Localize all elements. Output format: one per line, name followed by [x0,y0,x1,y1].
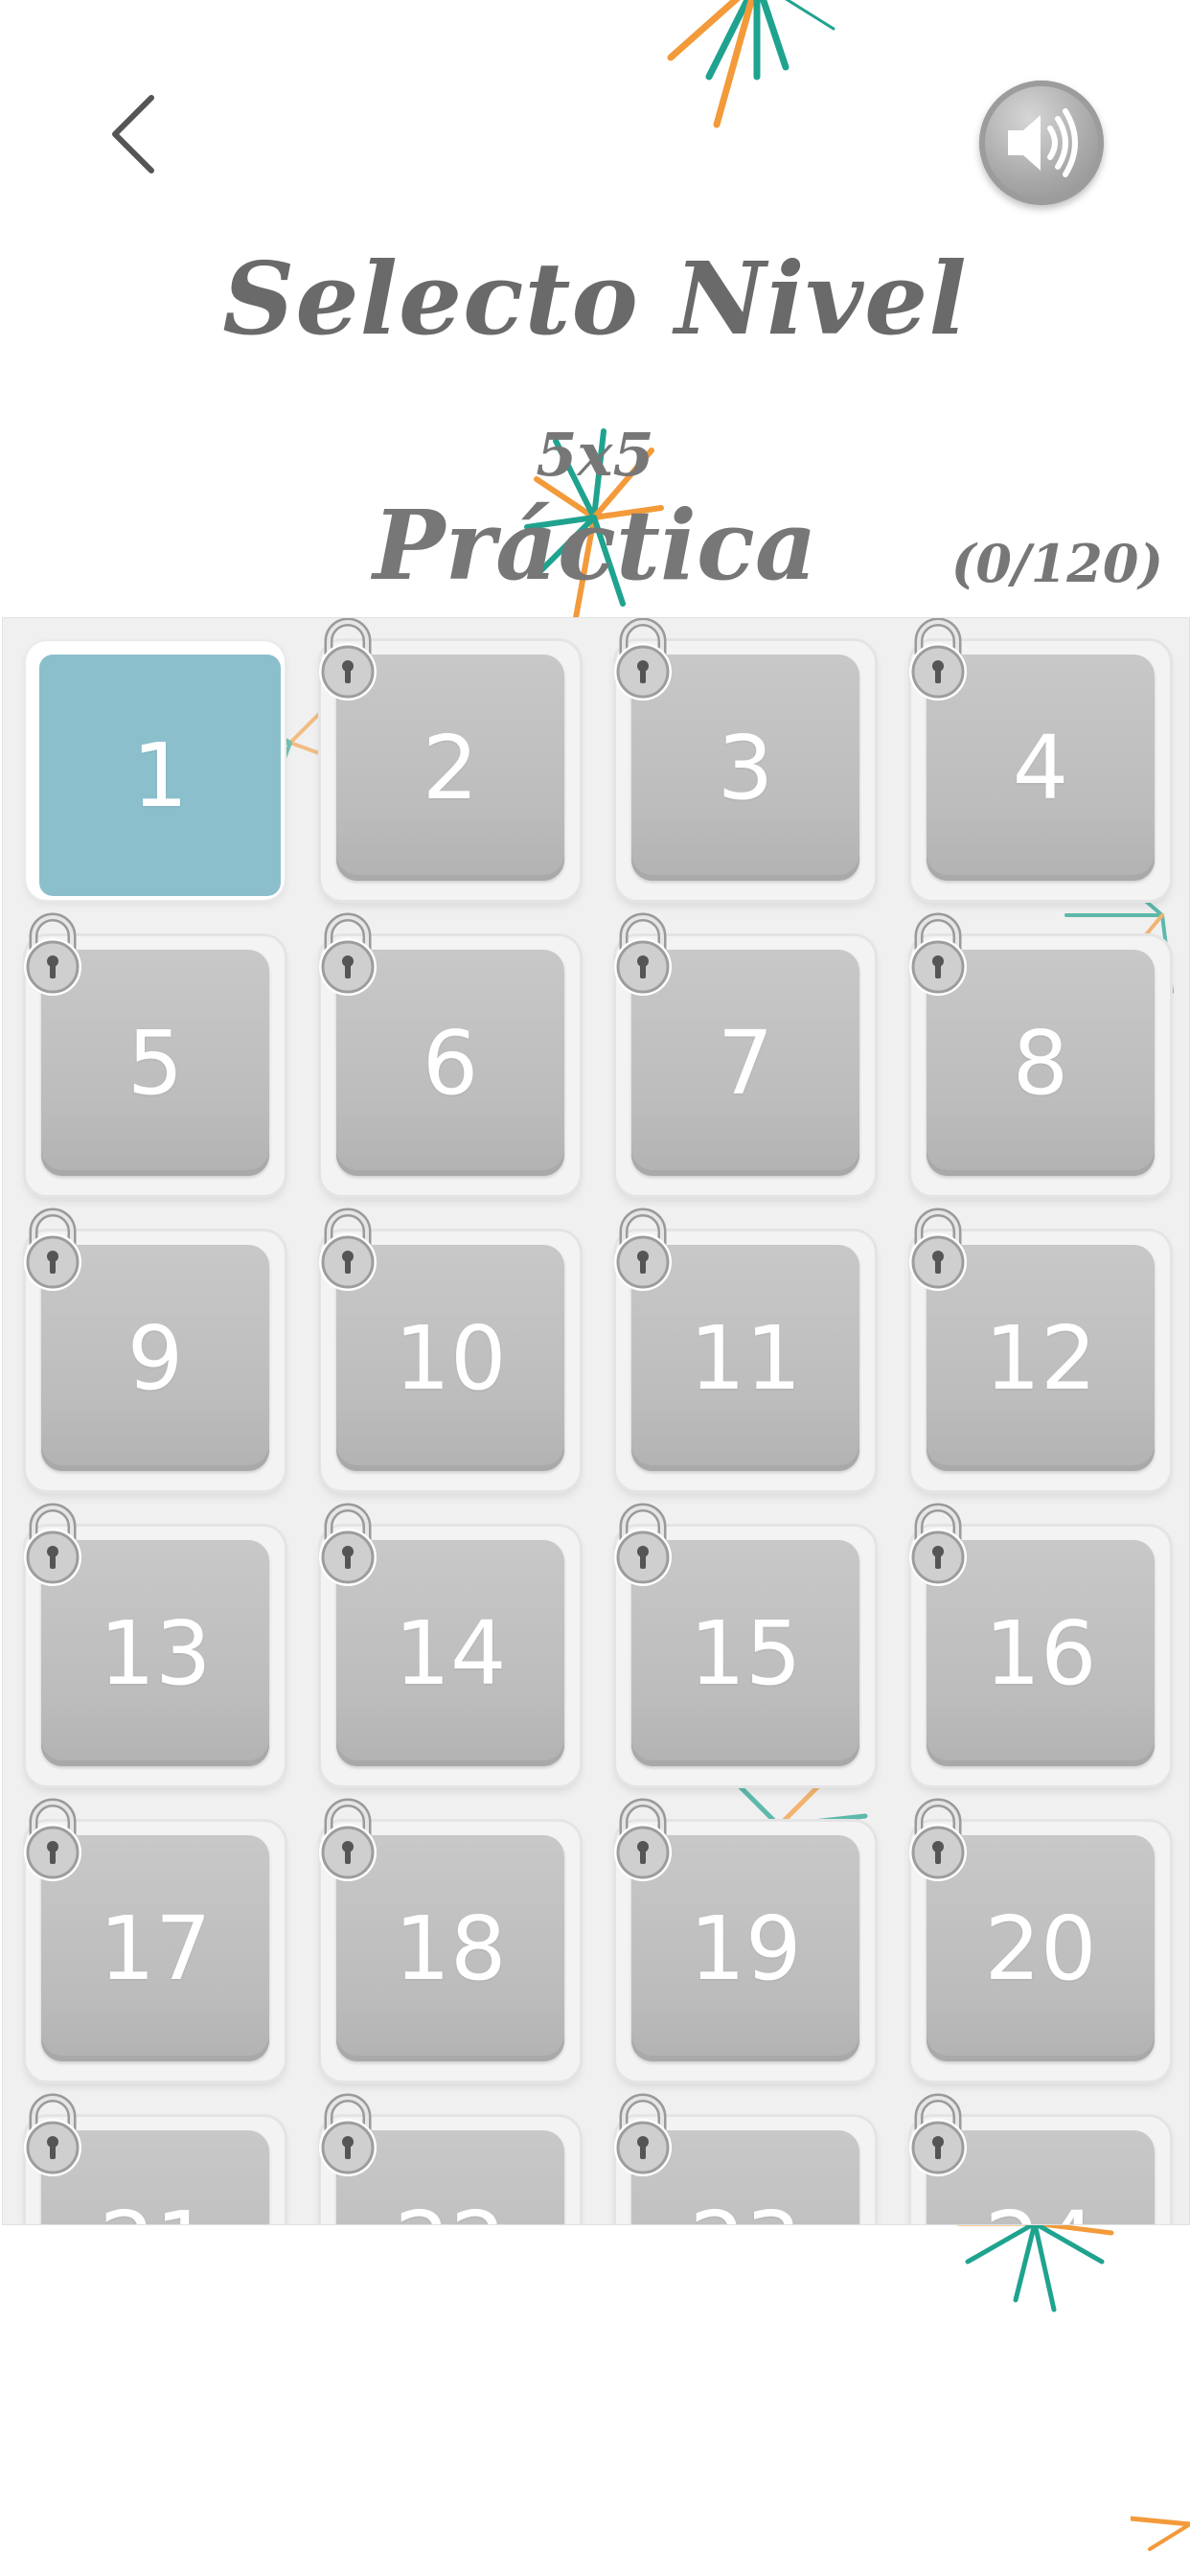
level-tile-1[interactable]: 1 [26,641,285,900]
speaker-icon [1008,108,1078,177]
padlock-icon [909,618,967,701]
padlock-icon [319,2093,377,2176]
level-tile-24[interactable]: 24 [909,2093,1170,2224]
level-tile-15[interactable]: 15 [614,1503,875,1785]
padlock-icon [24,2093,81,2176]
padlock-icon [24,1208,81,1291]
padlock-icon [614,618,672,701]
padlock-icon [319,912,377,996]
level-grid[interactable]: 123456789101112131415161718192021222324 [2,617,1190,2225]
padlock-icon [24,912,81,996]
level-tile-12[interactable]: 12 [909,1208,1170,1490]
padlock-icon [614,1503,672,1586]
firework-decoration-top [667,0,835,128]
padlock-icon [319,1208,377,1291]
padlock-icon [319,1503,377,1586]
padlock-icon [24,1798,81,1881]
padlock-icon [614,1798,672,1881]
padlock-icon [909,2093,967,2176]
level-tile-17[interactable]: 17 [24,1798,285,2081]
level-tile-5[interactable]: 5 [24,912,285,1195]
padlock-icon [319,1798,377,1881]
level-tile-2[interactable]: 2 [319,618,580,900]
level-number: 1 [131,724,189,827]
firework-decoration-corner [1131,2516,1190,2551]
level-tile-8[interactable]: 8 [909,912,1170,1195]
level-tile-11[interactable]: 11 [614,1208,875,1490]
padlock-icon [909,1798,967,1881]
padlock-icon [319,618,377,701]
level-tile-3[interactable]: 3 [614,618,875,900]
level-tile-10[interactable]: 10 [319,1208,580,1490]
level-tile-16[interactable]: 16 [909,1503,1170,1785]
level-tile-14[interactable]: 14 [319,1503,580,1785]
level-tile-4[interactable]: 4 [909,618,1170,900]
chevron-left-icon [112,95,154,173]
grid-size-label: 5x5 [536,420,654,490]
level-tile-7[interactable]: 7 [614,912,875,1195]
padlock-icon [24,1503,81,1586]
padlock-icon [614,2093,672,2176]
level-tile-6[interactable]: 6 [319,912,580,1195]
level-tile-20[interactable]: 20 [909,1798,1170,2081]
level-tile-22[interactable]: 22 [319,2093,580,2224]
level-tile-13[interactable]: 13 [24,1503,285,1785]
level-tile-19[interactable]: 19 [614,1798,875,2081]
level-tile-9[interactable]: 9 [24,1208,285,1490]
padlock-icon [909,1503,967,1586]
level-tile-18[interactable]: 18 [319,1798,580,2081]
padlock-icon [614,1208,672,1291]
level-tile-21[interactable]: 21 [24,2093,285,2224]
level-select-screen: Selecto Nivel 5x5 Práctica (0/120) 1 2 3… [0,0,1190,2576]
level-tile-face: 1 [39,655,281,896]
padlock-icon [909,1208,967,1291]
level-tile-23[interactable]: 23 [614,2093,875,2224]
page-title: Selecto Nivel [222,240,968,357]
padlock-icon [909,912,967,996]
progress-counter: (0/120) [950,533,1163,594]
padlock-icon [614,912,672,996]
sound-toggle-button[interactable] [979,80,1104,205]
back-button[interactable] [96,86,172,182]
